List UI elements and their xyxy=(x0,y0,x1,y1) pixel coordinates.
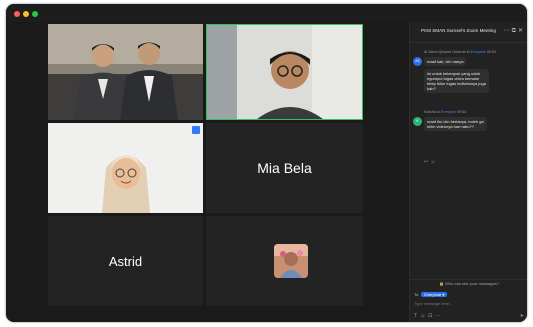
chat-message[interactable]: maaf kak, izin nanya xyxy=(424,57,467,66)
to-word: to xyxy=(436,110,440,114)
close-window-button[interactable] xyxy=(14,11,20,17)
recipient-link[interactable]: Everyone xyxy=(441,110,456,114)
message-line: maaf kak, izin nanya xyxy=(427,59,464,64)
message-line: kirim videonya hari rabu?? xyxy=(427,124,474,129)
recipient-selector: To: Everyone ▾ xyxy=(414,292,448,297)
chat-message[interactable]: maaf ibu izin bertanya, boleh ga kirim v… xyxy=(424,117,487,131)
message-line: kah? xyxy=(427,86,436,91)
message-meta: Kalisha to Everyone 09:54 xyxy=(424,110,466,114)
profile-picture xyxy=(274,244,308,278)
privacy-text: Who can see your messages? xyxy=(445,281,499,286)
message-time: 09:54 xyxy=(456,110,466,114)
close-icon[interactable]: ✕ xyxy=(518,28,525,34)
recipient-dropdown[interactable]: Everyone ▾ xyxy=(421,292,448,297)
participant-name: Astrid xyxy=(108,254,143,269)
to-word: to xyxy=(466,50,470,54)
maximize-window-button[interactable] xyxy=(32,11,38,17)
sender-avatar: AZ xyxy=(413,57,422,66)
meeting-title: PKM SMAN Sumsel's Zoom Meeting xyxy=(421,28,496,33)
lock-icon: 🔒 xyxy=(439,281,445,286)
emoji-picker-icon[interactable]: ☺ xyxy=(420,313,428,319)
tile-options-icon[interactable] xyxy=(192,126,200,134)
participant-tile-2[interactable] xyxy=(206,24,363,120)
participant-tile-5[interactable]: Astrid xyxy=(48,216,203,306)
message-time: 09:53 xyxy=(486,50,496,54)
video-grid: Mia Bela Astrid xyxy=(6,22,409,322)
recipient-link[interactable]: Everyone xyxy=(471,50,486,54)
recipient-selected: Everyone xyxy=(424,292,442,297)
more-options-icon[interactable]: ⋯ xyxy=(504,28,512,34)
participant-video xyxy=(48,123,203,213)
participant-name: Mia Bela xyxy=(257,160,312,176)
participant-video xyxy=(207,25,362,119)
more-icon[interactable]: ⋯ xyxy=(435,313,443,319)
minimize-window-button[interactable] xyxy=(23,11,29,17)
zoom-window: Mia Bela Astrid PKM SMAN Sumsel's Zoom M… xyxy=(6,4,527,322)
send-icon[interactable]: ➤ xyxy=(520,313,524,319)
sender-name: Ai Zahra Qeysha Ocheran xyxy=(424,50,466,54)
message-meta: Ai Zahra Qeysha Ocheran to Everyone 09:5… xyxy=(424,50,496,54)
participant-tile-3[interactable] xyxy=(48,123,203,213)
chat-message[interactable]: ini untuk kelompok yang udah ngumpul tug… xyxy=(424,69,489,93)
participant-tile-6[interactable] xyxy=(206,216,363,306)
emoji-icon[interactable]: ☺ xyxy=(430,159,437,165)
participant-tile-1[interactable] xyxy=(48,24,203,120)
message-input[interactable]: Type message here... xyxy=(414,301,522,307)
participant-video xyxy=(48,24,203,120)
to-label: To: xyxy=(414,292,420,297)
privacy-notice[interactable]: 🔒 Who can see your messages? xyxy=(410,279,527,288)
sender-name: Kalisha xyxy=(424,110,436,114)
sender-avatar: K xyxy=(413,117,422,126)
chat-panel: PKM SMAN Sumsel's Zoom Meeting ⋯⧉✕ AZ Ai… xyxy=(409,22,527,322)
title-bar xyxy=(6,4,527,22)
participant-tile-4[interactable]: Mia Bela xyxy=(206,123,363,213)
chat-header: PKM SMAN Sumsel's Zoom Meeting ⋯⧉✕ xyxy=(410,22,527,43)
